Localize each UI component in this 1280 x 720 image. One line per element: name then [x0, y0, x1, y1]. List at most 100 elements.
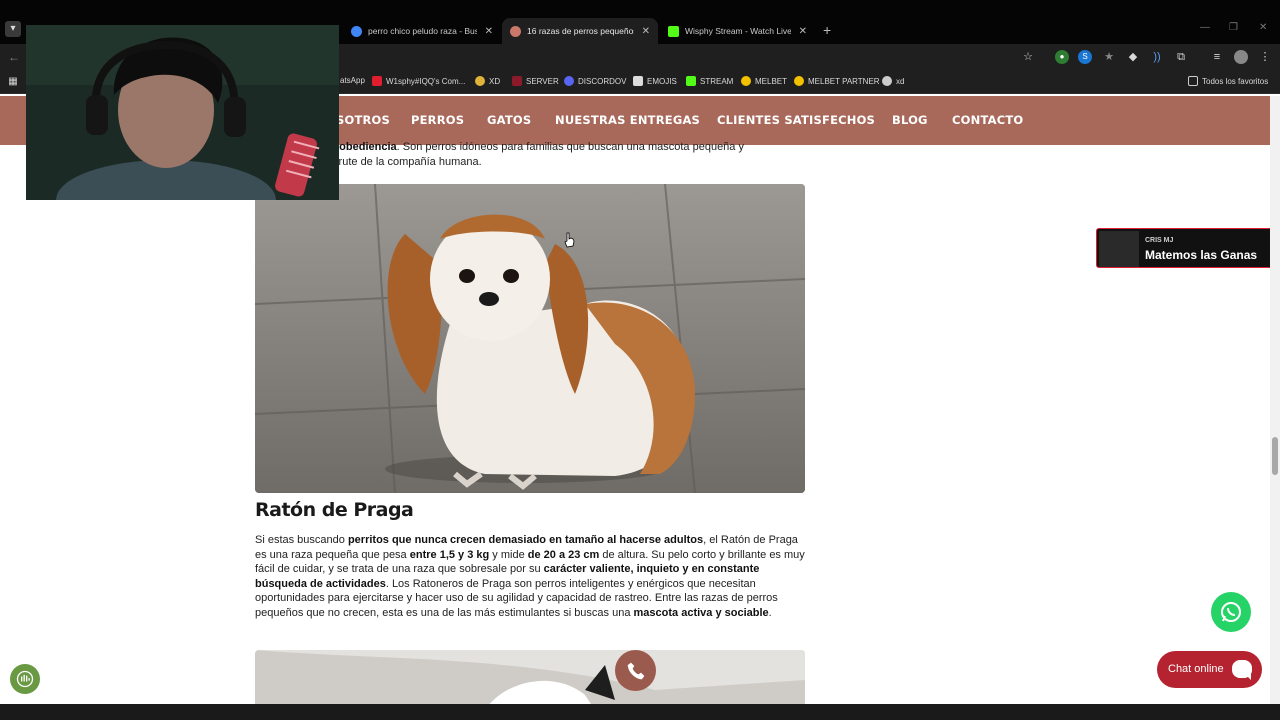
bookmark-favicon-icon — [794, 76, 804, 86]
nav-gatos[interactable]: GATOS — [487, 113, 531, 127]
extension-diamond-icon[interactable]: ◆ — [1126, 50, 1140, 64]
chat-online-button[interactable]: Chat online — [1157, 651, 1262, 688]
cookie-hand-icon — [16, 670, 34, 688]
nav-clientes-satisfechos[interactable]: CLIENTES SATISFECHOS — [717, 113, 875, 127]
extension-audio-icon[interactable]: )) — [1150, 50, 1164, 64]
bookmark-item[interactable]: EMOJIS — [633, 76, 677, 86]
close-tab-icon[interactable]: ✕ — [642, 26, 650, 37]
bookmark-label: XD — [489, 76, 501, 86]
extension-star-icon[interactable]: ★ — [1102, 50, 1116, 64]
streamer-avatar — [1099, 231, 1139, 267]
tab-kick-stream[interactable]: Wisphy Stream - Watch Live on ✕ — [660, 18, 815, 44]
bookmark-item[interactable]: DISCORDOV — [564, 76, 626, 86]
bold-text: e obediencia — [330, 141, 397, 153]
streamer-webcam-feed — [26, 25, 339, 200]
cookie-settings-button[interactable] — [10, 664, 40, 694]
dog-illustration — [255, 184, 805, 493]
nav-perros[interactable]: PERROS — [411, 113, 464, 127]
bookmark-favicon-icon — [475, 76, 485, 86]
plus-icon[interactable]: + — [823, 22, 831, 38]
scrollbar-thumb[interactable] — [1272, 437, 1278, 475]
webcam-overlay — [26, 25, 339, 200]
bookmark-item[interactable]: atsApp — [340, 76, 365, 85]
section-heading: Ratón de Praga — [255, 499, 414, 521]
article-paragraph: Si estas buscando perritos que nunca cre… — [255, 533, 805, 621]
streamer-name: CRIS MJ — [1145, 237, 1174, 244]
nav-nosotros[interactable]: SOTROS — [336, 113, 390, 127]
close-tab-icon[interactable]: ✕ — [799, 26, 807, 37]
bookmark-item[interactable]: SERVER — [512, 76, 559, 86]
bookmark-item[interactable]: W1sphy#IQQ's Com... — [372, 76, 465, 86]
bookmark-label: SERVER — [526, 76, 559, 86]
phone-icon — [627, 662, 644, 679]
bookmark-item[interactable]: STREAM — [686, 76, 733, 86]
tab-search-icon[interactable]: ▾ — [5, 21, 21, 37]
paragraph-text: sfrute de la compañía humana. — [330, 155, 482, 168]
bookmark-favicon-icon — [741, 76, 751, 86]
bookmark-favicon-icon — [882, 76, 892, 86]
paragraph-text: Si estas buscando — [255, 534, 348, 546]
bookmark-favicon-icon — [372, 76, 382, 86]
minimize-icon[interactable]: — — [1200, 22, 1210, 33]
bookmark-favicon-icon — [686, 76, 696, 86]
next-dog-illustration — [255, 650, 805, 710]
nav-nuestras-entregas[interactable]: NUESTRAS ENTREGAS — [555, 113, 700, 127]
whatsapp-button[interactable] — [1211, 592, 1251, 632]
bold-text: de 20 a 23 cm — [527, 548, 600, 561]
shih-tzu-photo — [255, 184, 805, 493]
bookmark-item[interactable]: xd — [882, 76, 904, 86]
profile-avatar-icon[interactable] — [1234, 50, 1248, 64]
page-scrollbar[interactable] — [1270, 96, 1280, 704]
extension-green-icon[interactable]: ● — [1055, 50, 1069, 64]
tab-title: Wisphy Stream - Watch Live on — [685, 26, 791, 36]
nav-blog[interactable]: BLOG — [892, 113, 928, 127]
bold-text: mascota activa y sociable — [633, 606, 769, 619]
chat-bubble-icon — [1232, 660, 1252, 680]
bookmark-label: EMOJIS — [647, 76, 677, 86]
bookmark-item[interactable]: XD — [475, 76, 500, 86]
google-favicon-icon — [351, 25, 362, 37]
bookmark-label: STREAM — [700, 76, 734, 86]
bookmark-label: DISCORDOV — [578, 76, 627, 86]
back-arrow-icon[interactable]: ← — [8, 50, 20, 64]
bookmark-favicon-icon — [633, 76, 643, 86]
bookmark-label: atsApp — [340, 76, 365, 85]
tab-google-search[interactable]: perro chico peludo raza - Busca ✕ — [343, 18, 501, 44]
paw-favicon-icon — [510, 25, 521, 37]
whatsapp-icon — [1221, 602, 1241, 622]
extensions-puzzle-icon[interactable]: ⧉ — [1174, 50, 1188, 64]
bookmark-label: W1sphy#IQQ's Com... — [386, 76, 466, 86]
reading-list-icon[interactable]: ≡ — [1210, 50, 1224, 64]
star-bookmark-icon[interactable]: ☆ — [1021, 50, 1035, 64]
stream-title: Matemos las Ganas — [1145, 248, 1258, 262]
bookmark-favicon-icon — [512, 76, 522, 86]
bookmark-label: MELBET — [755, 76, 788, 86]
paragraph-text: . Son perros idóneos para familias que b… — [396, 141, 744, 153]
maximize-icon[interactable]: ❐ — [1229, 22, 1238, 33]
bold-text: perritos que nunca crecen demasiado en t… — [347, 534, 704, 546]
tab-active-article[interactable]: 16 razas de perros pequeños q ✕ — [502, 18, 658, 44]
taskbar-edge — [0, 704, 1280, 720]
call-button[interactable] — [615, 650, 656, 691]
bookmark-item[interactable]: MELBET — [741, 76, 787, 86]
all-bookmarks-folder[interactable]: Todos los favoritos — [1188, 76, 1268, 86]
next-dog-photo — [255, 650, 805, 710]
tab-title: 16 razas de perros pequeños q — [527, 26, 634, 36]
kick-favicon-icon — [668, 25, 679, 37]
chat-online-label: Chat online — [1168, 663, 1224, 675]
folder-icon — [1188, 76, 1198, 86]
paragraph-text: y mide — [489, 548, 528, 561]
all-bookmarks-label: Todos los favoritos — [1202, 76, 1269, 86]
close-window-icon[interactable]: ✕ — [1259, 22, 1267, 33]
stream-alert-card: CRIS MJ Matemos las Ganas — [1096, 228, 1274, 268]
bookmark-item[interactable]: MELBET PARTNER — [794, 76, 880, 86]
extension-blue-icon[interactable]: S — [1078, 50, 1092, 64]
close-tab-icon[interactable]: ✕ — [485, 26, 493, 37]
apps-grid-icon[interactable]: ▦ — [6, 75, 20, 89]
kebab-menu-icon[interactable]: ⋮ — [1258, 50, 1272, 64]
bookmark-label: xd — [896, 76, 905, 86]
bookmark-favicon-icon — [564, 76, 574, 86]
nav-contacto[interactable]: CONTACTO — [952, 113, 1023, 127]
hand-cursor-icon — [564, 232, 575, 248]
article-paragraph-top: e obediencia. Son perros idóneos para fa… — [330, 140, 810, 169]
